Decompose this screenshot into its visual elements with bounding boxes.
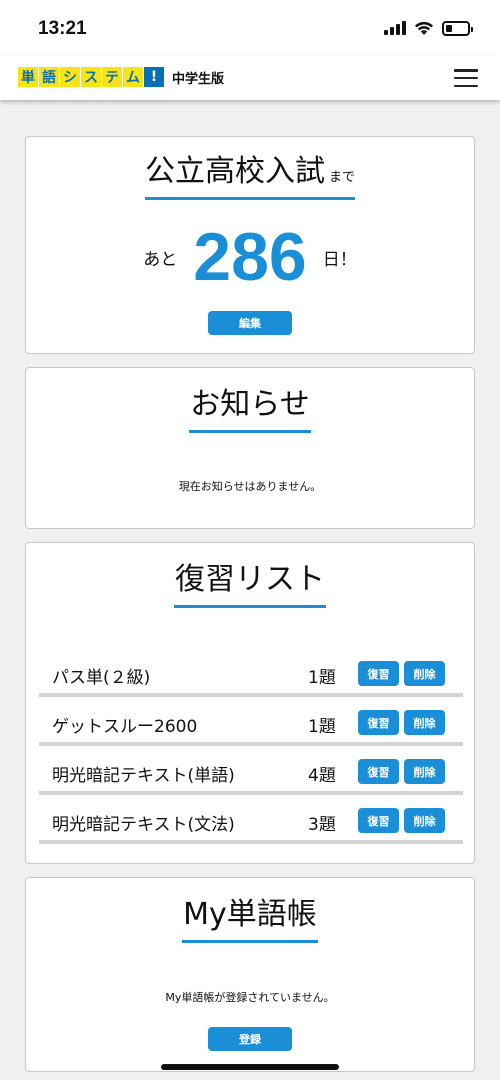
logo-char: シ xyxy=(60,67,80,87)
review-item-count: 1題 xyxy=(308,717,336,737)
review-item-count: 3題 xyxy=(308,815,336,835)
wifi-icon xyxy=(415,21,433,35)
logo-char: ! xyxy=(144,67,164,87)
countdown-suffix: 日！ xyxy=(322,249,357,270)
countdown-title-suffix: まで xyxy=(328,170,355,185)
review-button[interactable]: 復習 xyxy=(358,710,399,735)
review-row: パス単(２級) 1題 復習 削除 xyxy=(39,651,463,697)
review-button[interactable]: 復習 xyxy=(358,759,399,784)
review-list-card: 復習リスト パス単(２級) 1題 復習 削除 ゲットスルー2600 1題 復習 … xyxy=(25,542,475,864)
review-item-name: 明光暗記テキスト(単語) xyxy=(52,766,235,786)
notices-title: お知らせ xyxy=(190,387,310,422)
review-item-name: ゲットスルー2600 xyxy=(52,717,198,737)
delete-button[interactable]: 削除 xyxy=(404,661,445,686)
review-list-title: 復習リスト xyxy=(175,562,325,597)
review-button[interactable]: 復習 xyxy=(358,808,399,833)
delete-button[interactable]: 削除 xyxy=(404,710,445,735)
countdown-title: 公立高校入試 xyxy=(144,154,325,189)
review-row: 明光暗記テキスト(文法) 3題 復習 削除 xyxy=(39,798,463,844)
logo-char: ム xyxy=(123,67,143,87)
logo-wordmark: 単 語 シ ス テ ム ! xyxy=(18,67,165,87)
my-wordbook-card: My単語帳 My単語帳が登録されていません。 登録 xyxy=(25,877,475,1072)
review-row: 明光暗記テキスト(単語) 4題 復習 削除 xyxy=(39,749,463,795)
logo-char: ス xyxy=(81,67,101,87)
review-item-name: パス単(２級) xyxy=(52,668,151,688)
logo-char: 単 xyxy=(18,67,38,87)
my-wordbook-empty-text: My単語帳が登録されていません。 xyxy=(165,991,335,1004)
app-logo[interactable]: 単 語 シ ス テ ム ! 中学生版 xyxy=(18,67,224,87)
logo-char: テ xyxy=(102,67,122,87)
my-wordbook-title: My単語帳 xyxy=(183,897,317,932)
battery-icon xyxy=(442,20,473,36)
logo-subtitle: 中学生版 xyxy=(172,71,225,87)
app-header: 単 語 シ ス テ ム ! 中学生版 xyxy=(0,56,500,100)
review-button[interactable]: 復習 xyxy=(358,661,399,686)
delete-button[interactable]: 削除 xyxy=(404,759,445,784)
countdown-title-underline: 公立高校入試 まで xyxy=(144,154,355,200)
review-item-count: 1題 xyxy=(308,668,336,688)
status-time: 13:21 xyxy=(38,18,87,39)
hamburger-menu-icon[interactable] xyxy=(454,69,478,87)
countdown-row: あと 286 日！ xyxy=(26,223,474,291)
review-row: ゲットスルー2600 1題 復習 削除 xyxy=(39,700,463,746)
countdown-prefix: あと xyxy=(143,249,178,270)
countdown-card: 公立高校入試 まで あと 286 日！ 編集 xyxy=(25,136,475,354)
notices-card: お知らせ 現在お知らせはありません。 xyxy=(25,367,475,529)
logo-char: 語 xyxy=(39,67,59,87)
review-item-name: 明光暗記テキスト(文法) xyxy=(52,815,235,835)
delete-button[interactable]: 削除 xyxy=(404,808,445,833)
mywords-title-underline: My単語帳 xyxy=(182,900,318,943)
notices-empty-text: 現在お知らせはありません。 xyxy=(178,480,322,493)
cellular-signal-icon xyxy=(384,21,406,35)
status-bar: 13:21 xyxy=(0,0,500,56)
edit-button[interactable]: 編集 xyxy=(208,311,292,335)
status-icons xyxy=(384,18,473,38)
home-indicator xyxy=(161,1064,339,1070)
register-button[interactable]: 登録 xyxy=(208,1027,292,1051)
countdown-days: 286 xyxy=(193,219,307,295)
review-item-count: 4題 xyxy=(308,766,336,786)
notices-title-underline: お知らせ xyxy=(189,387,311,433)
review-title-underline: 復習リスト xyxy=(174,565,326,608)
